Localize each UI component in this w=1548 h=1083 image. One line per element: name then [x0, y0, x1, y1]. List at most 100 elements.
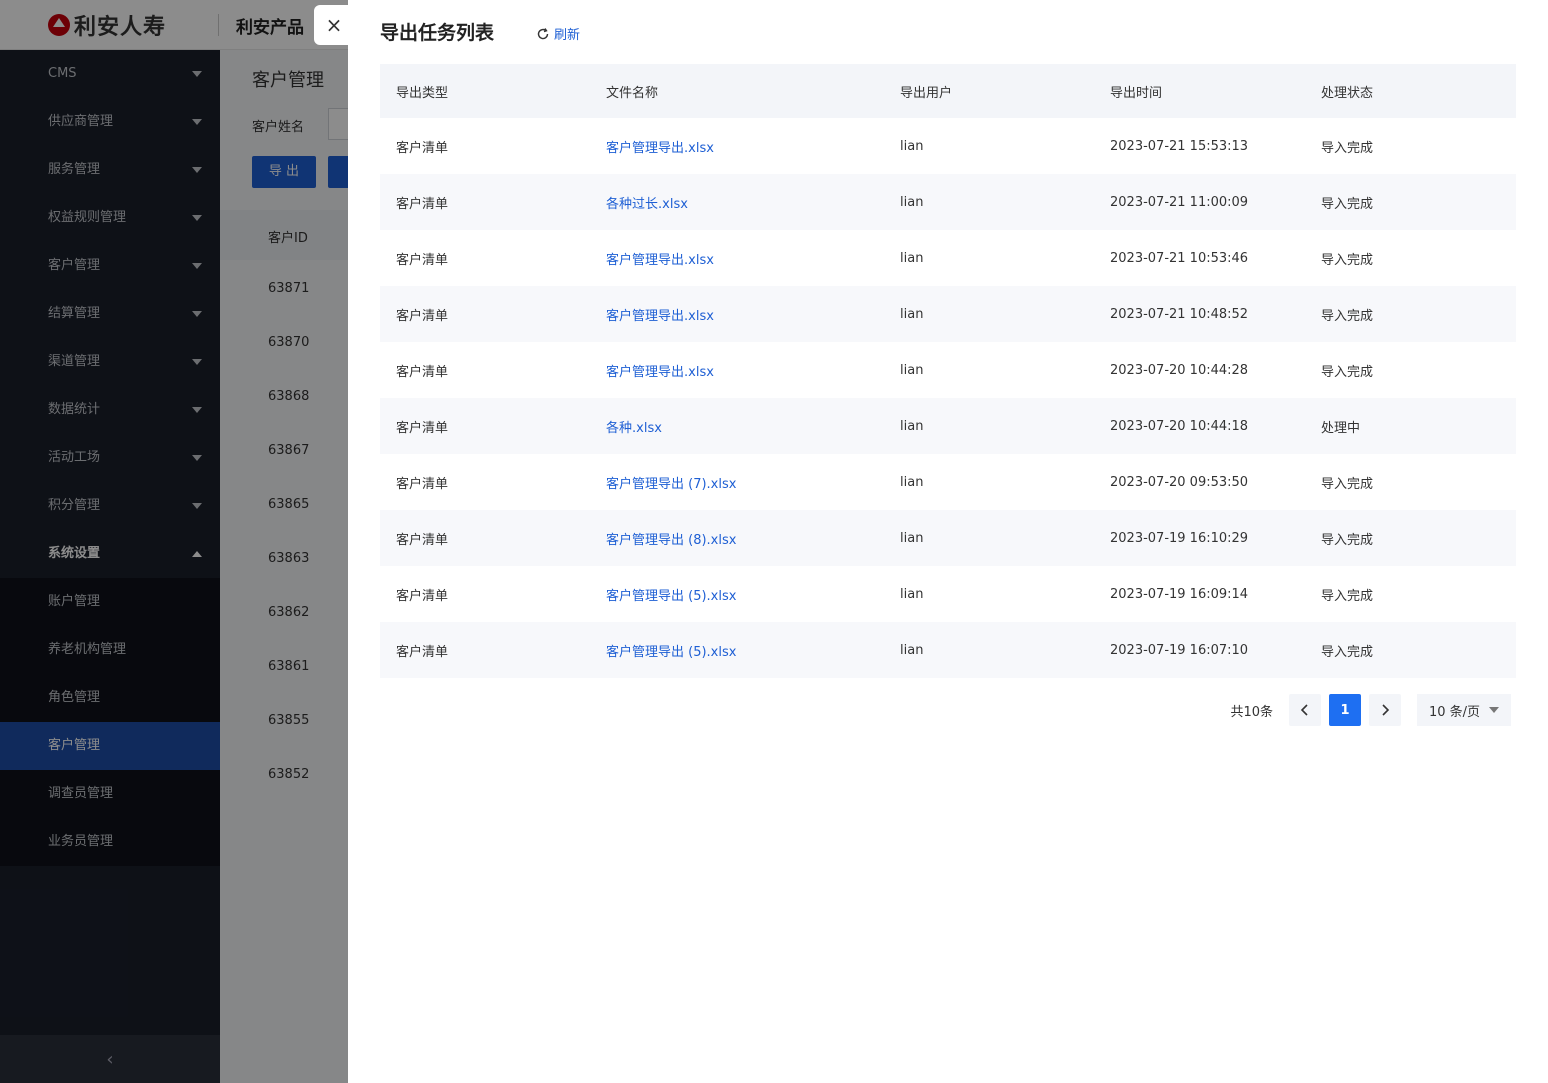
table-cell-export-time: 2023-07-21 10:48:52	[1110, 306, 1249, 322]
table-cell-wrapper-file-name: 客户管理导出 (7).xlsx	[590, 473, 884, 492]
table-cell-wrapper-export-type: 客户清单	[380, 361, 590, 380]
table-cell-file-name[interactable]: 客户管理导出 (8).xlsx	[606, 533, 736, 548]
table-row: 客户清单 客户管理导出 (7).xlsx lian 2023-07-20 09:53:…	[380, 454, 1516, 510]
table-cell-status: 导入完成	[1321, 588, 1374, 604]
table-cell-wrapper-export-time: 2023-07-20 10:44:18	[1094, 419, 1305, 434]
table-cell-export-user: lian	[900, 586, 924, 602]
table-row: 客户清单 客户管理导出 (5).xlsx lian 2023-07-19 16:09:…	[380, 566, 1516, 622]
table-cell-export-time: 2023-07-21 15:53:13	[1110, 138, 1249, 154]
chevron-left-icon	[1300, 704, 1308, 716]
table-cell-export-type: 客户清单	[396, 308, 449, 324]
table-cell-wrapper-file-name: 客户管理导出 (5).xlsx	[590, 641, 884, 660]
table-cell-export-time: 2023-07-21 11:00:09	[1110, 194, 1249, 210]
pagination-total: 共10条	[1230, 704, 1273, 720]
table-cell-file-name[interactable]: 客户管理导出 (7).xlsx	[606, 477, 736, 492]
table-cell-wrapper-file-name: 客户管理导出 (8).xlsx	[590, 529, 884, 548]
table-cell-wrapper-export-user: lian	[884, 531, 1094, 546]
table-cell-status: 导入完成	[1321, 252, 1374, 268]
table-cell-file-name[interactable]: 客户管理导出 (5).xlsx	[606, 645, 736, 660]
table-cell-file-name[interactable]: 客户管理导出.xlsx	[606, 309, 714, 324]
column-header-status: 处理状态	[1321, 85, 1374, 101]
table-cell-export-time: 2023-07-19 16:07:10	[1110, 642, 1249, 658]
chevron-right-icon	[1382, 704, 1390, 716]
table-cell-wrapper-file-name: 各种.xlsx	[590, 417, 884, 436]
refresh-icon	[537, 27, 549, 39]
page-size-value: 10 条/页	[1429, 704, 1481, 720]
table-cell-export-type: 客户清单	[396, 364, 449, 380]
export-task-table: 导出类型 文件名称 导出用户 导出时间 处理状态 客户清单 客户管理导出.xlsx…	[380, 64, 1516, 678]
table-cell-wrapper-export-type: 客户清单	[380, 193, 590, 212]
page-size-select[interactable]: 10 条/页	[1417, 694, 1511, 726]
table-cell-export-user: lian	[900, 530, 924, 546]
drawer-title: 导出任务列表	[380, 22, 495, 44]
table-cell-export-type: 客户清单	[396, 252, 449, 268]
table-cell-export-type: 客户清单	[396, 196, 449, 212]
table-cell-wrapper-status: 导入完成	[1305, 305, 1516, 324]
table-row: 客户清单 客户管理导出.xlsx lian 2023-07-21 10:53:46 导入…	[380, 230, 1516, 286]
table-cell-wrapper-export-type: 客户清单	[380, 585, 590, 604]
table-cell-export-type: 客户清单	[396, 532, 449, 548]
table-cell-export-type: 客户清单	[396, 420, 449, 436]
table-cell-export-time: 2023-07-20 10:44:18	[1110, 418, 1249, 434]
table-cell-wrapper-export-time: 2023-07-19 16:07:10	[1094, 643, 1305, 658]
table-cell-wrapper-export-type: 客户清单	[380, 473, 590, 492]
table-cell-wrapper-status: 导入完成	[1305, 529, 1516, 548]
table-cell-wrapper-export-type: 客户清单	[380, 641, 590, 660]
refresh-label: 刷新	[554, 28, 581, 43]
refresh-button[interactable]: 刷新	[536, 24, 580, 43]
table-cell-file-name[interactable]: 客户管理导出.xlsx	[606, 365, 714, 380]
table-cell-file-name[interactable]: 客户管理导出 (5).xlsx	[606, 589, 736, 604]
table-cell-export-type: 客户清单	[396, 644, 449, 660]
table-cell-wrapper-file-name: 客户管理导出.xlsx	[590, 305, 884, 324]
table-cell-wrapper-export-user: lian	[884, 251, 1094, 266]
table-cell-wrapper-export-type: 客户清单	[380, 249, 590, 268]
table-row: 客户清单 客户管理导出.xlsx lian 2023-07-20 10:44:28 导入…	[380, 342, 1516, 398]
table-cell-status: 导入完成	[1321, 196, 1374, 212]
table-cell-export-user: lian	[900, 194, 924, 210]
table-cell-wrapper-file-name: 客户管理导出.xlsx	[590, 249, 884, 268]
table-cell-export-user: lian	[900, 250, 924, 266]
next-page-button[interactable]	[1369, 694, 1401, 726]
export-task-drawer: 导出任务列表 刷新 导出类型 文件名称 导出用户 导出时间 处理状态 客户清单客…	[348, 0, 1548, 1083]
table-cell-export-time: 2023-07-20 09:53:50	[1110, 474, 1249, 490]
column-header-export-type: 导出类型	[396, 85, 449, 101]
table-cell-status: 导入完成	[1321, 308, 1374, 324]
table-cell-file-name[interactable]: 客户管理导出.xlsx	[606, 253, 714, 268]
table-row: 客户清单 客户管理导出.xlsx lian 2023-07-21 15:53:13 导入…	[380, 118, 1516, 174]
table-row: 客户清单 客户管理导出.xlsx lian 2023-07-21 10:48:52 导入…	[380, 286, 1516, 342]
table-cell-wrapper-export-time: 2023-07-19 16:09:14	[1094, 587, 1305, 602]
table-cell-wrapper-file-name: 客户管理导出.xlsx	[590, 361, 884, 380]
table-cell-export-user: lian	[900, 418, 924, 434]
table-cell-export-time: 2023-07-21 10:53:46	[1110, 250, 1249, 266]
table-cell-file-name[interactable]: 各种.xlsx	[606, 421, 662, 436]
table-cell-wrapper-export-user: lian	[884, 307, 1094, 322]
table-row: 客户清单 各种过长.xlsx lian 2023-07-21 11:00:09 导入完成	[380, 174, 1516, 230]
page-button[interactable]: 1	[1329, 694, 1361, 726]
pagination: 共10条 1 10 条/页	[1230, 694, 1511, 726]
table-cell-export-time: 2023-07-19 16:10:29	[1110, 530, 1249, 546]
table-cell-export-user: lian	[900, 642, 924, 658]
table-cell-wrapper-file-name: 客户管理导出 (5).xlsx	[590, 585, 884, 604]
table-cell-file-name[interactable]: 各种过长.xlsx	[606, 197, 688, 212]
table-cell-wrapper-status: 导入完成	[1305, 641, 1516, 660]
table-cell-wrapper-export-user: lian	[884, 363, 1094, 378]
table-cell-export-user: lian	[900, 474, 924, 490]
table-row: 客户清单 各种.xlsx lian 2023-07-20 10:44:18 处理中	[380, 398, 1516, 454]
table-cell-wrapper-export-type: 客户清单	[380, 417, 590, 436]
table-cell-status: 导入完成	[1321, 644, 1374, 660]
table-cell-status: 导入完成	[1321, 140, 1374, 156]
table-cell-export-type: 客户清单	[396, 588, 449, 604]
table-cell-wrapper-export-user: lian	[884, 195, 1094, 210]
table-cell-file-name[interactable]: 客户管理导出.xlsx	[606, 141, 714, 156]
table-cell-status: 导入完成	[1321, 476, 1374, 492]
table-cell-export-type: 客户清单	[396, 476, 449, 492]
table-cell-wrapper-export-user: lian	[884, 139, 1094, 154]
table-cell-wrapper-export-time: 2023-07-20 09:53:50	[1094, 475, 1305, 490]
table-cell-export-time: 2023-07-20 10:44:28	[1110, 362, 1249, 378]
table-cell-export-user: lian	[900, 362, 924, 378]
table-cell-status: 导入完成	[1321, 532, 1374, 548]
prev-page-button[interactable]	[1289, 694, 1321, 726]
table-cell-wrapper-export-time: 2023-07-20 10:44:28	[1094, 363, 1305, 378]
table-cell-export-type: 客户清单	[396, 140, 449, 156]
table-cell-wrapper-export-time: 2023-07-21 15:53:13	[1094, 139, 1305, 154]
